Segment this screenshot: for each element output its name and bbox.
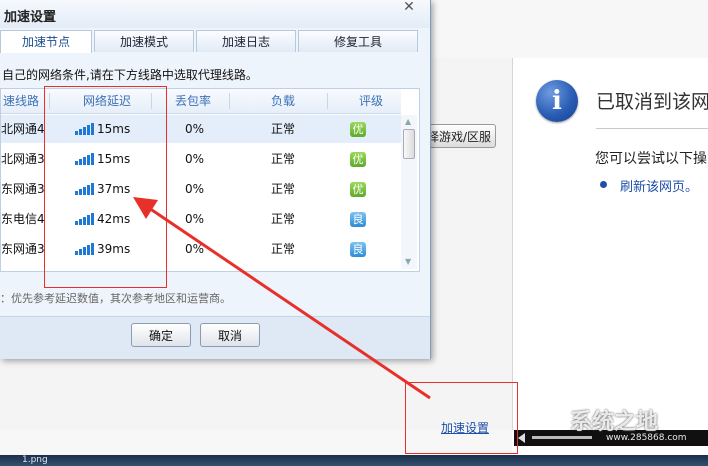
tab-accel-log[interactable]: 加速日志 [196, 30, 296, 52]
rating-badge: 良 [350, 242, 366, 257]
col-rating: 评级 [358, 94, 383, 108]
play-icon[interactable] [518, 433, 525, 443]
scrollbar-thumb[interactable] [403, 129, 415, 159]
error-hint-text: 您可以尝试以下操 [595, 151, 707, 167]
load-value: 正常 [271, 152, 296, 166]
load-value: 正常 [271, 212, 296, 226]
browser-toolbar-area [430, 0, 708, 58]
rating-badge: 优 [350, 152, 366, 167]
notice-text: 自己的网络条件,请在下方线路中选取代理线路。 [2, 68, 258, 82]
rating-badge: 良 [350, 212, 366, 227]
cancel-button[interactable]: 取消 [200, 323, 260, 347]
close-button[interactable]: ✕ [394, 0, 424, 16]
tab-repair-tools[interactable]: 修复工具 [298, 30, 418, 52]
col-separator [327, 93, 328, 109]
packet-loss-value: 0% [185, 122, 205, 136]
line-name: 东网通3 [1, 182, 45, 196]
tab-bar: 加速节点 加速模式 加速日志 修复工具 [0, 30, 420, 53]
error-page-title: 已取消到该网页 [596, 91, 708, 113]
load-value: 正常 [271, 182, 296, 196]
latency-highlight-box [44, 86, 167, 288]
line-name: 北网通4 [1, 122, 45, 136]
line-name: 东电信4 [1, 212, 45, 226]
tip-text: ：优先参考延迟数值，其次参考地区和运营商。 [0, 292, 231, 305]
packet-loss-value: 0% [185, 182, 205, 196]
col-separator [229, 93, 230, 109]
watermark-url: www.285868.com [606, 433, 687, 443]
info-icon: i [536, 80, 578, 122]
rating-badge: 优 [350, 182, 366, 197]
packet-loss-value: 0% [185, 152, 205, 166]
packet-loss-value: 0% [185, 242, 205, 256]
taskbar-item[interactable]: 1.png [22, 455, 48, 466]
divider [596, 128, 708, 129]
taskbar [0, 455, 708, 466]
rating-badge: 优 [350, 122, 366, 137]
scroll-down-icon[interactable]: ▼ [405, 257, 411, 266]
tab-accel-nodes[interactable]: 加速节点 [0, 30, 92, 53]
col-load: 负载 [270, 94, 295, 108]
dialog-titlebar[interactable] [0, 0, 430, 28]
load-value: 正常 [271, 122, 296, 136]
watermark-logo: 系统之地 [570, 410, 659, 435]
line-name: 东网通3 [1, 242, 45, 256]
tab-accel-mode[interactable]: 加速模式 [94, 30, 194, 52]
scroll-up-icon[interactable]: ▲ [405, 117, 411, 126]
col-line: 速线路 [2, 94, 39, 108]
line-name: 北网通3 [1, 152, 45, 166]
bullet-icon [600, 181, 607, 188]
load-value: 正常 [271, 242, 296, 256]
ok-button[interactable]: 确定 [131, 323, 191, 347]
select-game-server-button[interactable]: 择游戏/区服 [420, 124, 496, 148]
refresh-page-link[interactable]: 刷新该网页。 [620, 176, 698, 195]
col-loss: 丢包率 [174, 94, 211, 108]
dialog-title: 加速设置 [4, 10, 57, 25]
accel-link-highlight-box [405, 382, 518, 454]
packet-loss-value: 0% [185, 212, 205, 226]
player-progress[interactable] [532, 436, 592, 439]
